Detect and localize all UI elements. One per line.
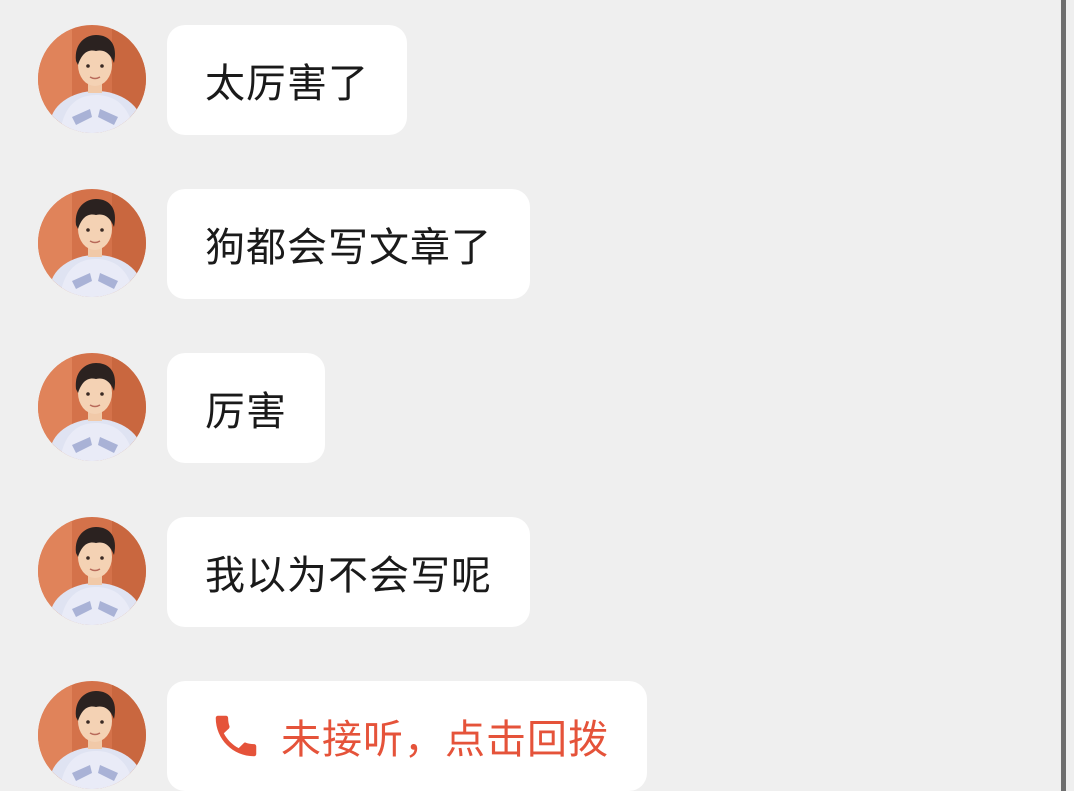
phone-icon — [215, 715, 257, 757]
avatar[interactable] — [38, 189, 146, 297]
scrollbar[interactable] — [1061, 0, 1066, 791]
avatar[interactable] — [38, 25, 146, 133]
message-bubble[interactable]: 狗都会写文章了 — [167, 189, 530, 299]
message-bubble[interactable]: 厉害 — [167, 353, 325, 463]
avatar[interactable] — [38, 517, 146, 625]
avatar[interactable] — [38, 681, 146, 789]
message-bubble[interactable]: 太厉害了 — [167, 25, 407, 135]
message-bubble[interactable]: 我以为不会写呢 — [167, 517, 530, 627]
avatar[interactable] — [38, 353, 146, 461]
missed-call-bubble[interactable]: 未接听，点击回拨 — [167, 681, 647, 791]
chat-area: 太厉害了 狗都会写文章了 厉害 我以为不会写呢 未接听，点击回拨 — [0, 0, 1074, 791]
missed-call-label: 未接听，点击回拨 — [281, 717, 609, 763]
